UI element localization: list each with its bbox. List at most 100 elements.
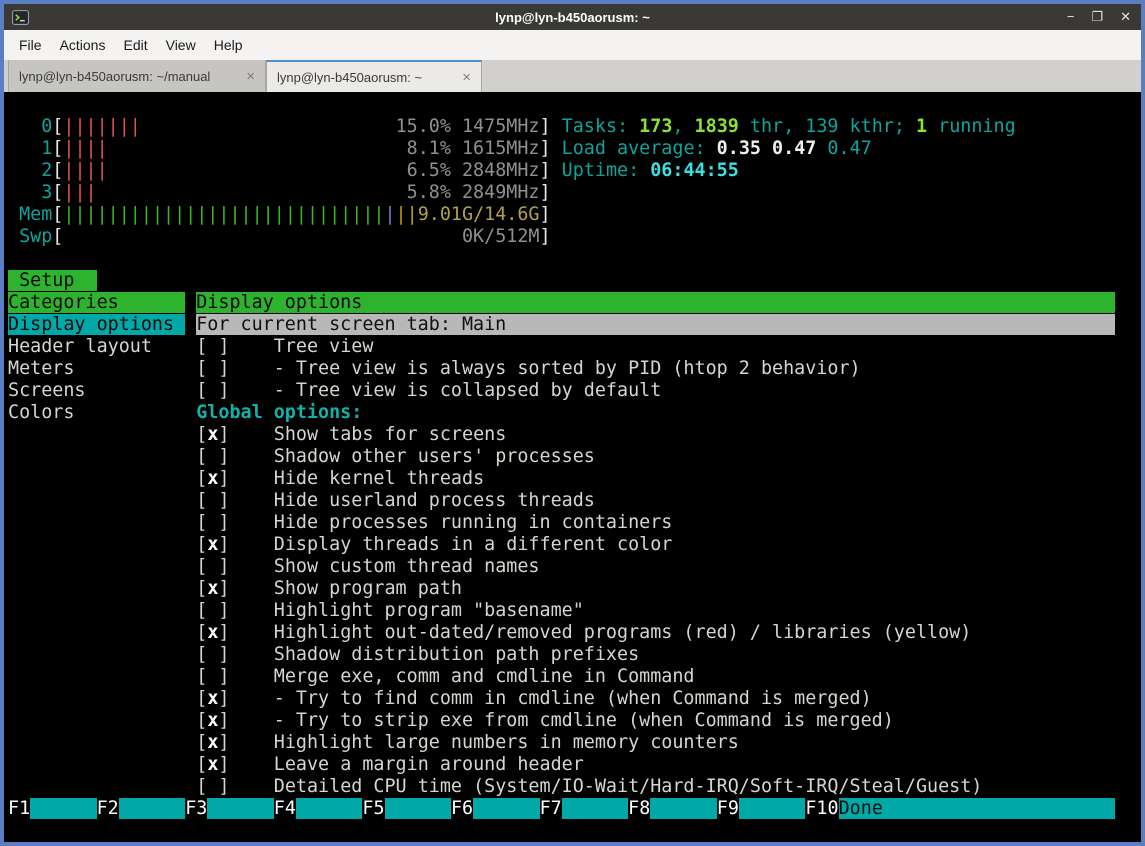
terminal-segment bbox=[207, 446, 218, 467]
option-highlight-outdated-removed[interactable]: [x] Highlight out-dated/removed programs… bbox=[8, 622, 1137, 644]
terminal-segment-br: [ bbox=[52, 182, 63, 203]
terminal-segment bbox=[229, 468, 273, 489]
option-try-find-comm-in-cmdline[interactable]: [x] - Try to find comm in cmdline (when … bbox=[8, 688, 1137, 710]
terminal-segment-hs: For current screen tab: Main bbox=[196, 314, 1115, 335]
terminal-segment bbox=[185, 358, 196, 379]
menu-view[interactable]: View bbox=[157, 30, 205, 60]
menu-file[interactable]: File bbox=[10, 30, 51, 60]
terminal-segment-hg: Categories bbox=[8, 292, 185, 313]
terminal-segment-xx: x bbox=[207, 578, 218, 599]
tab-close-icon[interactable]: × bbox=[246, 68, 255, 85]
terminal-segment-cy: 139 bbox=[805, 116, 838, 137]
option-try-strip-exe-from-cmdline[interactable]: [x] - Try to strip exe from cmdline (whe… bbox=[8, 710, 1137, 732]
terminal-segment-bx: [ bbox=[196, 776, 207, 797]
terminal-segment bbox=[551, 160, 562, 181]
terminal-segment bbox=[229, 688, 273, 709]
terminal-segment bbox=[229, 600, 273, 621]
option-show-program-path[interactable]: [x] Show program path bbox=[8, 578, 1137, 600]
terminal-segment bbox=[8, 116, 41, 137]
row-display-options-selected-and-screen-tab[interactable]: Display options For current screen tab: … bbox=[8, 314, 1137, 336]
tab-close-icon[interactable]: × bbox=[462, 69, 471, 86]
terminal-segment-wh: Hide kernel threads bbox=[274, 468, 484, 489]
terminal-segment bbox=[8, 160, 41, 181]
row-screens-and-tree-collapsed[interactable]: Screens [ ] - Tree view is collapsed by … bbox=[8, 380, 1137, 402]
menu-help[interactable]: Help bbox=[205, 30, 252, 60]
tab-bar: lynp@lyn-b450aorusm: ~/manual × lynp@lyn… bbox=[4, 60, 1141, 92]
terminal-segment-cy: kthr; bbox=[839, 116, 917, 137]
terminal-segment bbox=[8, 138, 41, 159]
terminal-segment bbox=[8, 578, 196, 599]
terminal-segment-rd: ||| bbox=[63, 182, 96, 203]
terminal-segment-fk: F7 bbox=[540, 798, 562, 819]
terminal-segment-rd: ||||||| bbox=[63, 116, 141, 137]
terminal-segment-bx: [ bbox=[196, 578, 207, 599]
row-colors-and-global-options-heading[interactable]: Colors Global options: bbox=[8, 402, 1137, 424]
option-hide-userland-process-threads[interactable]: [ ] Hide userland process threads bbox=[8, 490, 1137, 512]
terminal-segment-yl: || bbox=[396, 204, 418, 225]
terminal-segment bbox=[207, 380, 218, 401]
terminal-segment bbox=[8, 468, 196, 489]
terminal-segment-bx: ] bbox=[218, 490, 229, 511]
option-hide-kernel-threads[interactable]: [x] Hide kernel threads bbox=[8, 468, 1137, 490]
terminal-segment-cy: 1 bbox=[41, 138, 52, 159]
option-merge-exe-comm-cmdline[interactable]: [ ] Merge exe, comm and cmdline in Comma… bbox=[8, 666, 1137, 688]
terminal-segment-bx: [ bbox=[196, 644, 207, 665]
close-button[interactable]: ✕ bbox=[1120, 4, 1131, 30]
terminal-segment bbox=[229, 490, 273, 511]
terminal-segment-xx: x bbox=[207, 622, 218, 643]
terminal-segment-bx: [ bbox=[196, 556, 207, 577]
terminal-segment bbox=[185, 314, 196, 335]
setup-tab[interactable]: Setup bbox=[8, 270, 1137, 292]
terminal-segment-wh: Highlight large numbers in memory counte… bbox=[274, 732, 739, 753]
terminal-segment bbox=[207, 600, 218, 621]
terminal-segment-bx: ] bbox=[218, 556, 229, 577]
menu-actions[interactable]: Actions bbox=[51, 30, 115, 60]
terminal-segment bbox=[8, 600, 196, 621]
terminal-segment-hg: Display options bbox=[196, 292, 1115, 313]
terminal-segment-bx: [ bbox=[196, 534, 207, 555]
terminal-segment bbox=[207, 490, 218, 511]
terminal-segment-bx: [ bbox=[196, 754, 207, 775]
terminal-segment bbox=[108, 160, 407, 181]
option-shadow-distribution-path-prefixes[interactable]: [ ] Shadow distribution path prefixes bbox=[8, 644, 1137, 666]
option-hide-processes-running-in-containers[interactable]: [ ] Hide processes running in containers bbox=[8, 512, 1137, 534]
option-detailed-cpu-time[interactable]: [ ] Detailed CPU time (System/IO-Wait/Ha… bbox=[8, 776, 1137, 798]
terminal-segment-br: ] bbox=[540, 138, 551, 159]
terminal-segment-br: [ bbox=[52, 160, 63, 181]
tab-home-active[interactable]: lynp@lyn-b450aorusm: ~ × bbox=[266, 60, 482, 92]
menu-edit[interactable]: Edit bbox=[114, 30, 156, 60]
minimize-button[interactable]: − bbox=[1067, 4, 1075, 30]
terminal-screen[interactable]: 0[||||||| 15.0% 1475MHz] Tasks: 173, 183… bbox=[4, 92, 1141, 842]
option-highlight-large-numbers[interactable]: [x] Highlight large numbers in memory co… bbox=[8, 732, 1137, 754]
terminal-segment bbox=[8, 644, 196, 665]
cpu-meter-0-and-tasks: 0[||||||| 15.0% 1475MHz] Tasks: 173, 183… bbox=[8, 116, 1137, 138]
terminal-segment-bx: ] bbox=[218, 688, 229, 709]
terminal-segment-fk: F1 bbox=[8, 798, 30, 819]
option-shadow-other-users-processes[interactable]: [ ] Shadow other users' processes bbox=[8, 446, 1137, 468]
option-show-tabs-for-screens[interactable]: [x] Show tabs for screens bbox=[8, 424, 1137, 446]
option-display-threads-in-different-color[interactable]: [x] Display threads in a different color bbox=[8, 534, 1137, 556]
terminal-segment-wh: - Try to strip exe from cmdline (when Co… bbox=[274, 710, 894, 731]
terminal-segment bbox=[8, 732, 196, 753]
window-controls: − ❐ ✕ bbox=[1067, 4, 1131, 30]
terminal-segment-cy: Tasks: bbox=[562, 116, 640, 137]
option-show-custom-thread-names[interactable]: [ ] Show custom thread names bbox=[8, 556, 1137, 578]
row-meters-and-tree-sorted[interactable]: Meters [ ] - Tree view is always sorted … bbox=[8, 358, 1137, 380]
title-bar[interactable]: lynp@lyn-b450aorusm: ~ − ❐ ✕ bbox=[4, 4, 1141, 30]
option-leave-margin-around-header[interactable]: [x] Leave a margin around header bbox=[8, 754, 1137, 776]
terminal-segment-cy: 3 bbox=[41, 182, 52, 203]
swap-meter: Swp[ 0K/512M] bbox=[8, 226, 1137, 248]
memory-meter: Mem[||||||||||||||||||||||||||||||||9.01… bbox=[8, 204, 1137, 226]
terminal-segment bbox=[97, 182, 407, 203]
option-highlight-program-basename[interactable]: [ ] Highlight program "basename" bbox=[8, 600, 1137, 622]
terminal-segment bbox=[761, 138, 772, 159]
terminal-segment-bx: [ bbox=[196, 666, 207, 687]
restore-button[interactable]: ❐ bbox=[1091, 4, 1103, 30]
row-header-layout-and-tree-view[interactable]: Header layout [ ] Tree view bbox=[8, 336, 1137, 358]
tab-manual[interactable]: lynp@lyn-b450aorusm: ~/manual × bbox=[8, 60, 266, 92]
terminal-segment bbox=[207, 358, 218, 379]
terminal-segment-xx: x bbox=[207, 424, 218, 445]
terminal-segment-fk: F8 bbox=[628, 798, 650, 819]
function-key-bar[interactable]: F1 F2 F3 F4 F5 F6 F7 F8 F9 F10Done bbox=[8, 798, 1137, 820]
terminal-segment bbox=[8, 226, 19, 247]
